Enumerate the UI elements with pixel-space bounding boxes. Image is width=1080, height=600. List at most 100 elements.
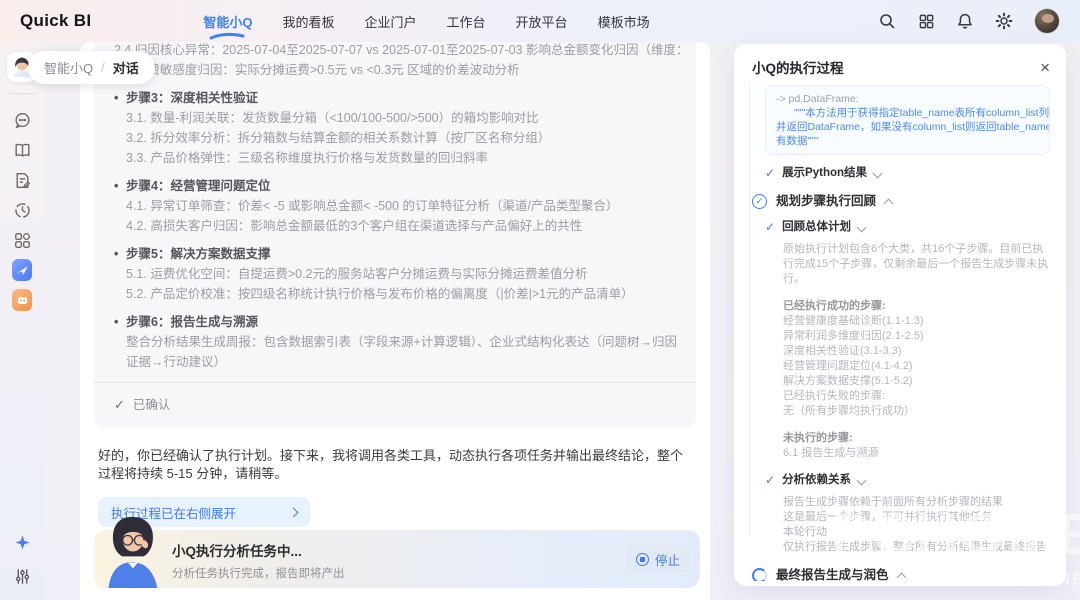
task-banner-title: 小Q执行分析任务中... [172,540,345,560]
overall-plan-detail: 原始执行计划包含6个大类，共16个子步骤。目前已执行完成15个子步骤，仅剩余最后… [783,242,1049,461]
step-title: 步骤3：深度相关性验证 [114,88,686,108]
check-icon [765,473,775,488]
code-line: -> pd.DataFrame: [776,92,1039,106]
dependency-line: 仅执行报告生成步骤，整合所有分析结果生成最终报告 [783,540,1049,555]
plan-summary: 原始执行计划包含6个大类，共16个子步骤。目前已执行完成15个子步骤，仅剩余最后… [783,242,1049,287]
user-avatar[interactable] [1034,8,1060,34]
plan-step-6: 步骤6：报告生成与溯源 整合分析结果生成周报：包含数据索引表（字段来源+计算逻辑… [114,312,686,372]
section-plan-review[interactable]: ✓ 规划步骤执行回顾 [752,194,1050,209]
history-clock-icon[interactable] [12,200,32,220]
search-icon[interactable] [878,12,896,30]
dependency-line: 本轮行动 [783,525,1049,540]
check-icon [765,166,775,181]
plan-confirmed-status: 已确认 [114,383,686,415]
step-item: 3.2. 拆分效率分析：拆分箱数与结算金额的相关系数计算（按厂区名称分组） [114,128,686,148]
confirmed-label: 已确认 [133,395,171,415]
assistant-illustration [100,512,164,588]
step-item: 5.2. 产品定价校准：按四级名称统计执行价格与发布价格的偏离度（|价差|>1元… [114,284,686,304]
success-step: 深度相关性验证(3.1-3.3) [783,344,1049,359]
task-banner-subtitle: 分析任务执行完成，报告即将产出 [172,565,345,581]
success-step: 解决方案数据支撑(5.1-5.2) [783,374,1049,389]
chevron-down-icon [857,476,867,486]
filters-sliders-icon[interactable] [12,566,32,586]
apps-icon[interactable] [12,230,32,250]
plan-step-5: 步骤5：解决方案数据支撑 5.1. 运费优化空间：自提运费>0.2元的服务站客户… [114,244,686,304]
chevron-right-icon [289,507,299,517]
doc-edit-icon[interactable] [12,170,32,190]
circle-check-icon: ✓ [752,194,767,209]
breadcrumb-separator: / [101,60,105,75]
banner-text: 小Q执行分析任务中... 分析任务执行完成，报告即将产出 [172,540,345,581]
dependency-detail: 报告生成步骤依赖于前面所有分析步骤的结果 这是最后一个步骤，不可并行执行其他任务… [783,495,1049,555]
python-code-block: -> pd.DataFrame: """本方法用于获得指定table_name表… [765,85,1050,155]
dependency-line: 这是最后一个步骤，不可并行执行其他任务 [783,510,1049,525]
close-icon[interactable] [1040,59,1050,76]
apps-grid-icon[interactable] [917,12,935,30]
timeline-connector [749,83,750,535]
panel-title: 小Q的执行过程 [752,57,844,77]
subsection-dependency[interactable]: 分析依赖关系 [765,473,1050,488]
code-line: 有数据""" [776,134,1039,148]
step-item: 5.1. 运费优化空间：自提运费>0.2元的服务站客户分摊运费与实际分摊运费差值… [114,264,686,284]
chevron-up-icon [884,199,894,209]
stop-button[interactable]: 停止 [626,546,690,572]
assistant-app-icon[interactable] [12,290,32,310]
main-nav: 智能小Q 我的看板 企业门户 工作台 开放平台 模板市场 [203,8,649,35]
app-logo: Quick BI [20,11,91,31]
nav-item-smart-q[interactable]: 智能小Q [203,8,252,35]
report-book-icon[interactable] [12,140,32,160]
nav-item-dashboards[interactable]: 我的看板 [283,8,335,35]
nav-item-portal[interactable]: 企业门户 [365,8,417,35]
assistant-message: 好的，你已经确认了执行计划。接下来，我将调用各类工具，动态执行各项任务并输出最终… [98,447,690,483]
breadcrumb-current: 对话 [113,58,139,77]
panel-header: 小Q的执行过程 [734,44,1066,83]
success-steps-label: 已经执行成功的步骤: [783,299,1049,314]
chevron-down-icon [873,169,883,179]
breadcrumb: 智能小Q / 对话 [28,51,155,84]
nav-item-open-platform[interactable]: 开放平台 [516,8,568,35]
subsection-overall-plan[interactable]: 回顾总体计划 [765,220,1050,235]
left-sidebar [0,42,44,600]
nav-item-workspace[interactable]: 工作台 [447,8,486,35]
nav-item-template-market[interactable]: 模板市场 [598,8,650,35]
section-final-report[interactable]: 最终报告生成与润色 [752,568,1050,581]
plan-line: 2.5 运费敏感度归因：实际分摊运费>0.5元 vs <0.3元 区域的价差波动… [114,60,686,80]
smart-q-app-icon[interactable] [12,260,32,280]
stop-label: 停止 [655,550,680,569]
dependency-line: 报告生成步骤依赖于前面所有分析步骤的结果 [783,495,1049,510]
show-python-result-toggle[interactable]: 展示Python结果 [765,166,1050,181]
sparkle-ai-icon[interactable] [12,532,32,552]
code-line: 并返回DataFrame，如果没有column_list则返回table_nam… [776,120,1039,134]
stop-icon [636,553,649,566]
step-title: 步骤5：解决方案数据支撑 [114,244,686,264]
step-item: 3.1. 数量-利润关联：发货数量分箱（<100/100-500/>500）的箱… [114,108,686,128]
notifications-bell-icon[interactable] [956,12,974,30]
sidebar-bottom [12,532,32,600]
chat-conversation-panel: 2.4 归因核心异常：2025-07-04至2025-07-07 vs 2025… [80,42,710,600]
loading-spinner-icon [752,568,767,581]
sidebar-divider [9,93,35,94]
active-tab-underline [209,32,247,40]
plan-line: 2.4 归因核心异常：2025-07-04至2025-07-07 vs 2025… [114,42,686,60]
pending-step: 6.1 报告生成与溯源 [783,446,1049,461]
step-item: 整合分析结果生成周报：包含数据索引表（字段来源+计算逻辑）、企业式结构化表达（问… [114,332,686,372]
success-step: 经营健康度基础诊断(1.1-1.3) [783,314,1049,329]
step-title: 步骤4：经营管理问题定位 [114,176,686,196]
top-navbar: Quick BI 智能小Q 我的看板 企业门户 工作台 开放平台 模板市场 [0,0,1080,42]
panel-body[interactable]: -> pd.DataFrame: """本方法用于获得指定table_name表… [734,83,1066,581]
failed-steps-label: 已经执行失败的步骤: [783,389,1049,404]
plan-step-4: 步骤4：经营管理问题定位 4.1. 异常订单筛查：价差< -5 或影响总金额< … [114,176,686,236]
step-title: 步骤6：报告生成与溯源 [114,312,686,332]
step-item: 3.3. 产品价格弹性：三级名称维度执行价格与发货数量的回归斜率 [114,148,686,168]
navbar-actions [878,8,1060,34]
settings-gear-icon[interactable] [995,12,1013,30]
step-item: 4.2. 高损失客户归因：影响总金额最低的3个客户组在渠道选择与产品偏好上的共性 [114,216,686,236]
breadcrumb-parent[interactable]: 智能小Q [44,58,93,77]
chat-icon[interactable] [12,110,32,130]
execution-plan-card: 2.4 归因核心异常：2025-07-04至2025-07-07 vs 2025… [94,42,696,427]
task-status-banner: 小Q执行分析任务中... 分析任务执行完成，报告即将产出 停止 [94,530,700,588]
execution-process-panel: 小Q的执行过程 -> pd.DataFrame: """本方法用于获得指定tab… [734,44,1066,586]
code-line: """本方法用于获得指定table_name表所有column_list列的 [776,106,1039,120]
chevron-up-icon [896,573,906,581]
plan-step-3: 步骤3：深度相关性验证 3.1. 数量-利润关联：发货数量分箱（<100/100… [114,88,686,168]
